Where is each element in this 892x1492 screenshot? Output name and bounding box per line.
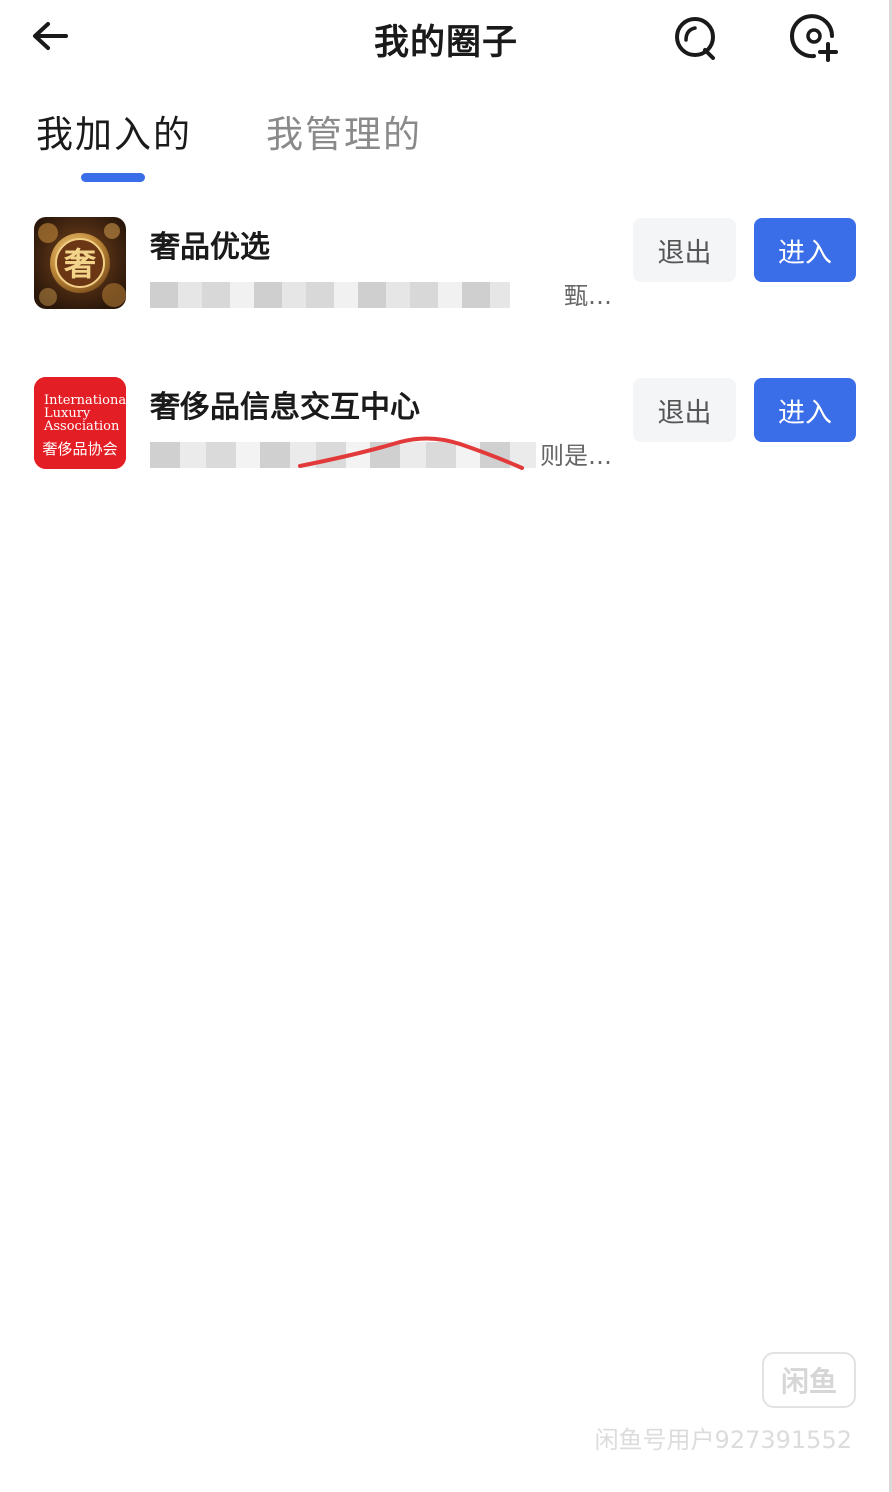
circle-description: 甄… (150, 276, 612, 310)
watermark-text: 闲鱼号用户927391552 (594, 1426, 852, 1454)
circle-list-item[interactable]: 奢 奢品优选 甄… 退出 进入 (0, 210, 892, 330)
enter-button[interactable]: 进入 (754, 378, 856, 442)
circle-description-tail: 则是… (536, 436, 612, 470)
circle-avatar: 奢 (34, 217, 126, 309)
tab-active-indicator (81, 173, 145, 182)
tab-joined[interactable]: 我加入的 (36, 104, 192, 158)
circle-avatar: International Luxury Association 奢侈品协会 (34, 377, 126, 469)
enter-button[interactable]: 进入 (754, 218, 856, 282)
logo-line-4: 奢侈品协会 (42, 440, 117, 458)
search-button[interactable] (668, 10, 724, 66)
circle-list-item[interactable]: International Luxury Association 奢侈品协会 奢… (0, 370, 892, 490)
mosaic-overlay (150, 282, 510, 308)
search-icon (675, 17, 715, 60)
page-title: 我的圈子 (373, 23, 518, 63)
circle-description-tail: 甄… (560, 276, 612, 310)
watermark-logo: 闲鱼 (762, 1352, 856, 1408)
logo-line-3: Association (43, 419, 120, 434)
svg-text:奢: 奢 (64, 245, 97, 283)
circle-name: 奢侈品信息交互中心 (150, 390, 420, 425)
luxury-emblem-icon: 奢 (34, 217, 126, 309)
quit-button[interactable]: 退出 (633, 378, 736, 442)
circle-name: 奢品优选 (150, 230, 270, 265)
quit-button[interactable]: 退出 (633, 218, 736, 282)
circle-description: 则是… (150, 436, 612, 470)
add-circle-icon (790, 14, 838, 62)
create-circle-button[interactable] (784, 8, 844, 68)
association-logo-icon: International Luxury Association 奢侈品协会 (34, 377, 126, 469)
top-bar: 我的圈子 (0, 0, 892, 80)
tab-managed[interactable]: 我管理的 (266, 104, 422, 158)
